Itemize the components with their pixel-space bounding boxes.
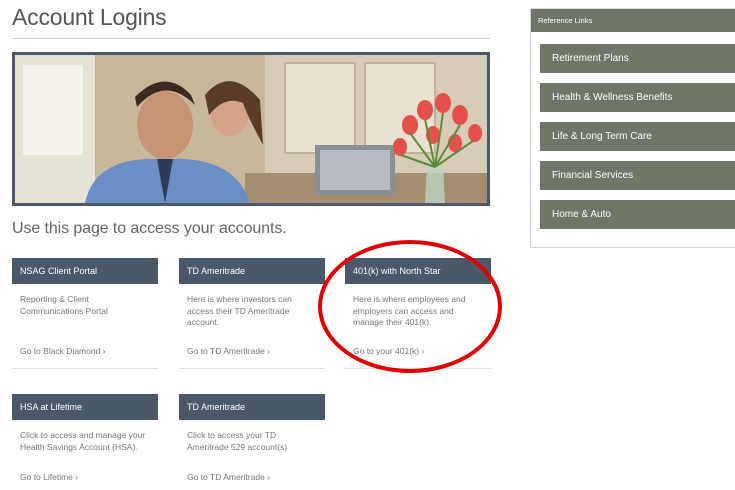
reference-link-retirement-plans[interactable]: Retirement Plans [540, 44, 735, 73]
reference-links-header: Reference Links [531, 9, 735, 32]
page-title: Account Logins [12, 4, 167, 30]
card-divider [179, 368, 325, 369]
hero-photo-illustration [15, 55, 487, 203]
card-header: TD Ameritrade [179, 258, 325, 284]
card-nsag-client-portal: NSAG Client Portal Reporting & Client Co… [12, 258, 158, 369]
card-401k-north-star: 401(k) with North Star Here is where emp… [345, 258, 491, 369]
intro-text: Use this page to access your accounts. [12, 220, 287, 237]
card-description: Here is where investors can access their… [187, 294, 292, 327]
card-td-ameritrade-529: TD Ameritrade Click to access your TD Am… [179, 394, 325, 482]
card-divider [12, 368, 158, 369]
reference-link-life-long-term-care[interactable]: Life & Long Term Care [540, 122, 735, 151]
reference-link-health-wellness[interactable]: Health & Wellness Benefits [540, 83, 735, 112]
td-ameritrade-529-link[interactable]: Go to TD Ameritrade › [179, 472, 325, 482]
reference-link-financial-services[interactable]: Financial Services [540, 161, 735, 190]
card-description: Click to access your TD Ameritrade 529 a… [187, 430, 288, 452]
black-diamond-link[interactable]: Go to Black Diamond › [12, 346, 158, 356]
card-header: TD Ameritrade [179, 394, 325, 420]
card-header: HSA at Lifetime [12, 394, 158, 420]
reference-links-panel: Reference Links Retirement Plans Health … [530, 8, 735, 248]
lifetime-link[interactable]: Go to Lifetime › [12, 472, 158, 482]
card-description: Reporting & Client Communications Portal [20, 294, 108, 316]
card-divider [345, 368, 491, 369]
card-hsa-lifetime: HSA at Lifetime Click to access and mana… [12, 394, 158, 482]
card-header: 401(k) with North Star [345, 258, 491, 284]
card-header: NSAG Client Portal [12, 258, 158, 284]
card-td-ameritrade: TD Ameritrade Here is where investors ca… [179, 258, 325, 369]
401k-link[interactable]: Go to your 401(k) › [345, 346, 491, 356]
reference-link-home-auto[interactable]: Home & Auto [540, 200, 735, 229]
title-divider [12, 38, 490, 39]
td-ameritrade-link[interactable]: Go to TD Ameritrade › [179, 346, 325, 356]
hero-photo [12, 52, 490, 206]
card-description: Here is where employees and employers ca… [353, 294, 466, 327]
card-description: Click to access and manage your Health S… [20, 430, 146, 452]
